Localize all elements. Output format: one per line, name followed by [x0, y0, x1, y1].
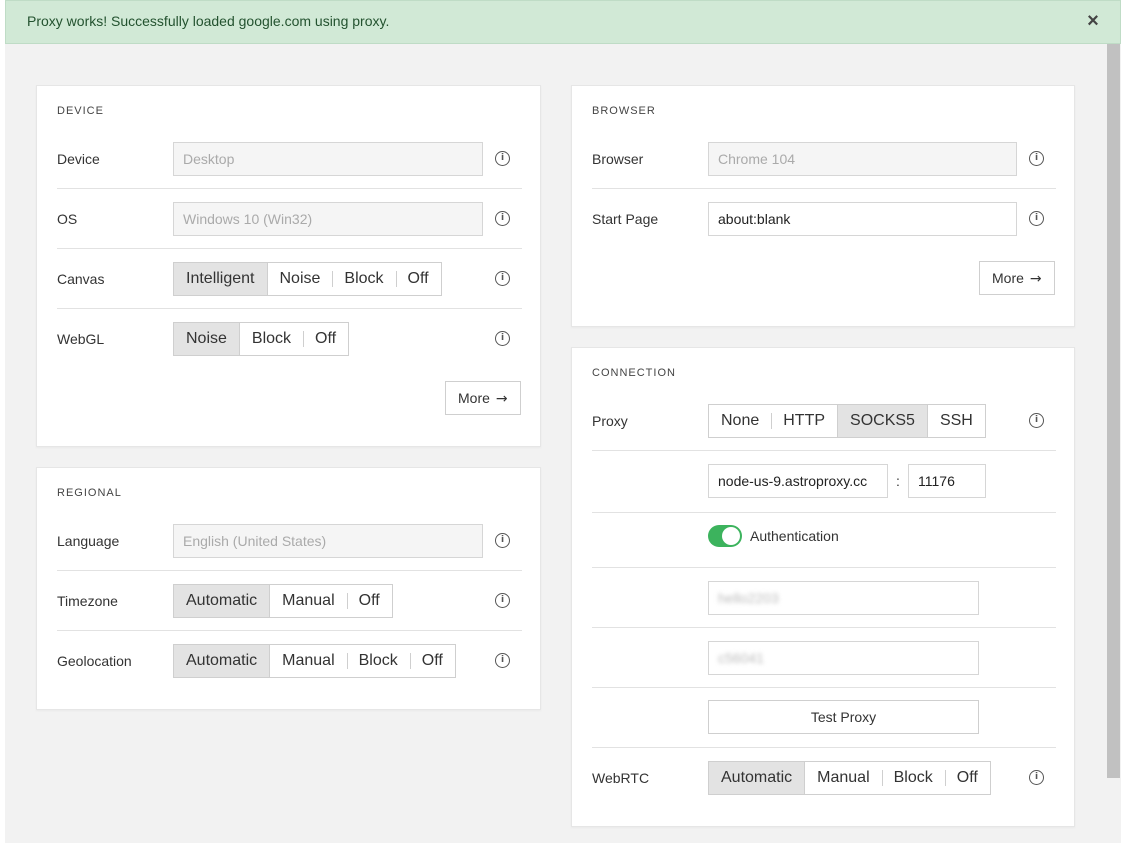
password-row: c56041 [592, 628, 1056, 688]
timezone-option-off[interactable]: Off [346, 585, 392, 617]
close-icon[interactable]: × [1086, 11, 1100, 31]
proxy-row: Proxy None HTTP SOCKS5 SSH i [592, 391, 1056, 451]
canvas-option-noise[interactable]: Noise [268, 263, 333, 295]
connection-card: CONNECTION Proxy None HTTP SOCKS5 SSH i … [571, 347, 1075, 827]
webrtc-option-block[interactable]: Block [881, 762, 945, 794]
regional-card: REGIONAL Language English (United States… [36, 467, 541, 710]
webrtc-segmented-control: Automatic Manual Block Off [708, 761, 991, 795]
os-field[interactable]: Windows 10 (Win32) [173, 202, 483, 236]
info-icon[interactable]: i [495, 331, 510, 346]
proxy-option-socks5[interactable]: SOCKS5 [838, 405, 928, 437]
timezone-segmented-control: Automatic Manual Off [173, 584, 393, 618]
canvas-segmented-control: Intelligent Noise Block Off [173, 262, 442, 296]
webrtc-option-automatic[interactable]: Automatic [709, 762, 806, 794]
regional-section-title: REGIONAL [57, 487, 122, 499]
test-proxy-row: Test Proxy [592, 688, 1056, 748]
canvas-option-block[interactable]: Block [332, 263, 395, 295]
arrow-right-icon: → [495, 391, 508, 407]
timezone-option-automatic[interactable]: Automatic [174, 585, 271, 617]
alert-message: Proxy works! Successfully loaded google.… [27, 13, 390, 29]
start-page-label: Start Page [592, 211, 659, 227]
device-section-title: DEVICE [57, 105, 104, 117]
timezone-option-manual[interactable]: Manual [270, 585, 346, 617]
geolocation-label: Geolocation [57, 653, 132, 669]
proxy-port-input[interactable]: 11176 [908, 464, 986, 498]
canvas-row: Canvas Intelligent Noise Block Off i [57, 249, 522, 309]
canvas-label: Canvas [57, 271, 105, 287]
canvas-option-intelligent[interactable]: Intelligent [174, 263, 268, 295]
arrow-right-icon: → [1029, 271, 1042, 287]
os-label: OS [57, 211, 78, 227]
webrtc-label: WebRTC [592, 770, 650, 786]
username-value: hello2203 [718, 590, 779, 606]
browser-section-title: BROWSER [592, 105, 656, 117]
geolocation-option-block[interactable]: Block [346, 645, 410, 677]
more-label: More [458, 390, 490, 406]
host-port-separator: : [896, 473, 900, 489]
os-row: OS Windows 10 (Win32) i [57, 189, 522, 249]
more-label: More [992, 270, 1024, 286]
webrtc-option-off[interactable]: Off [944, 762, 990, 794]
geolocation-segmented-control: Automatic Manual Block Off [173, 644, 456, 678]
webrtc-option-manual[interactable]: Manual [805, 762, 881, 794]
info-icon[interactable]: i [495, 271, 510, 286]
webgl-label: WebGL [57, 331, 105, 347]
browser-row: Browser Chrome 104 i [592, 129, 1056, 189]
connection-section-title: CONNECTION [592, 367, 676, 379]
authentication-row: Authentication [592, 513, 1056, 568]
info-icon[interactable]: i [1029, 413, 1044, 428]
webgl-option-off[interactable]: Off [303, 323, 348, 355]
language-row: Language English (United States) i [57, 511, 522, 571]
authentication-toggle[interactable] [708, 525, 742, 547]
info-icon[interactable]: i [495, 151, 510, 166]
canvas-option-off[interactable]: Off [395, 263, 441, 295]
device-row: Device Desktop i [57, 129, 522, 189]
device-field[interactable]: Desktop [173, 142, 483, 176]
success-alert: Proxy works! Successfully loaded google.… [5, 0, 1121, 44]
proxy-option-http[interactable]: HTTP [771, 405, 839, 437]
proxy-label: Proxy [592, 413, 628, 429]
webgl-row: WebGL Noise Block Off i [57, 309, 522, 369]
authentication-label: Authentication [750, 528, 839, 544]
device-label: Device [57, 151, 100, 167]
info-icon[interactable]: i [495, 653, 510, 668]
proxy-type-segmented-control: None HTTP SOCKS5 SSH [708, 404, 986, 438]
webgl-option-block[interactable]: Block [240, 323, 303, 355]
timezone-label: Timezone [57, 593, 118, 609]
scrollbar-thumb[interactable] [1107, 44, 1120, 778]
webgl-option-noise[interactable]: Noise [174, 323, 240, 355]
info-icon[interactable]: i [1029, 211, 1044, 226]
language-field[interactable]: English (United States) [173, 524, 483, 558]
start-page-input[interactable]: about:blank [708, 202, 1017, 236]
proxy-username-input[interactable]: hello2203 [708, 581, 979, 615]
info-icon[interactable]: i [495, 533, 510, 548]
browser-card: BROWSER Browser Chrome 104 i Start Page … [571, 85, 1075, 327]
proxy-host-row: node-us-9.astroproxy.cc : 11176 [592, 451, 1056, 513]
info-icon[interactable]: i [495, 211, 510, 226]
webgl-segmented-control: Noise Block Off [173, 322, 350, 356]
geolocation-option-automatic[interactable]: Automatic [174, 645, 271, 677]
proxy-option-none[interactable]: None [709, 405, 771, 437]
browser-field[interactable]: Chrome 104 [708, 142, 1017, 176]
start-page-row: Start Page about:blank i [592, 189, 1056, 249]
browser-more-button[interactable]: More → [979, 261, 1055, 295]
geolocation-option-off[interactable]: Off [409, 645, 455, 677]
password-value: c56041 [718, 650, 764, 666]
browser-label: Browser [592, 151, 644, 167]
timezone-row: Timezone Automatic Manual Off i [57, 571, 522, 631]
info-icon[interactable]: i [495, 593, 510, 608]
geolocation-row: Geolocation Automatic Manual Block Off i [57, 631, 522, 691]
device-more-button[interactable]: More → [445, 381, 521, 415]
info-icon[interactable]: i [1029, 770, 1044, 785]
device-card: DEVICE Device Desktop i OS Windows 10 (W… [36, 85, 541, 447]
info-icon[interactable]: i [1029, 151, 1044, 166]
proxy-password-input[interactable]: c56041 [708, 641, 979, 675]
username-row: hello2203 [592, 568, 1056, 628]
language-label: Language [57, 533, 120, 549]
geolocation-option-manual[interactable]: Manual [270, 645, 346, 677]
test-proxy-button[interactable]: Test Proxy [708, 700, 979, 734]
proxy-host-input[interactable]: node-us-9.astroproxy.cc [708, 464, 888, 498]
proxy-option-ssh[interactable]: SSH [928, 405, 985, 437]
webrtc-row: WebRTC Automatic Manual Block Off i [592, 748, 1056, 808]
